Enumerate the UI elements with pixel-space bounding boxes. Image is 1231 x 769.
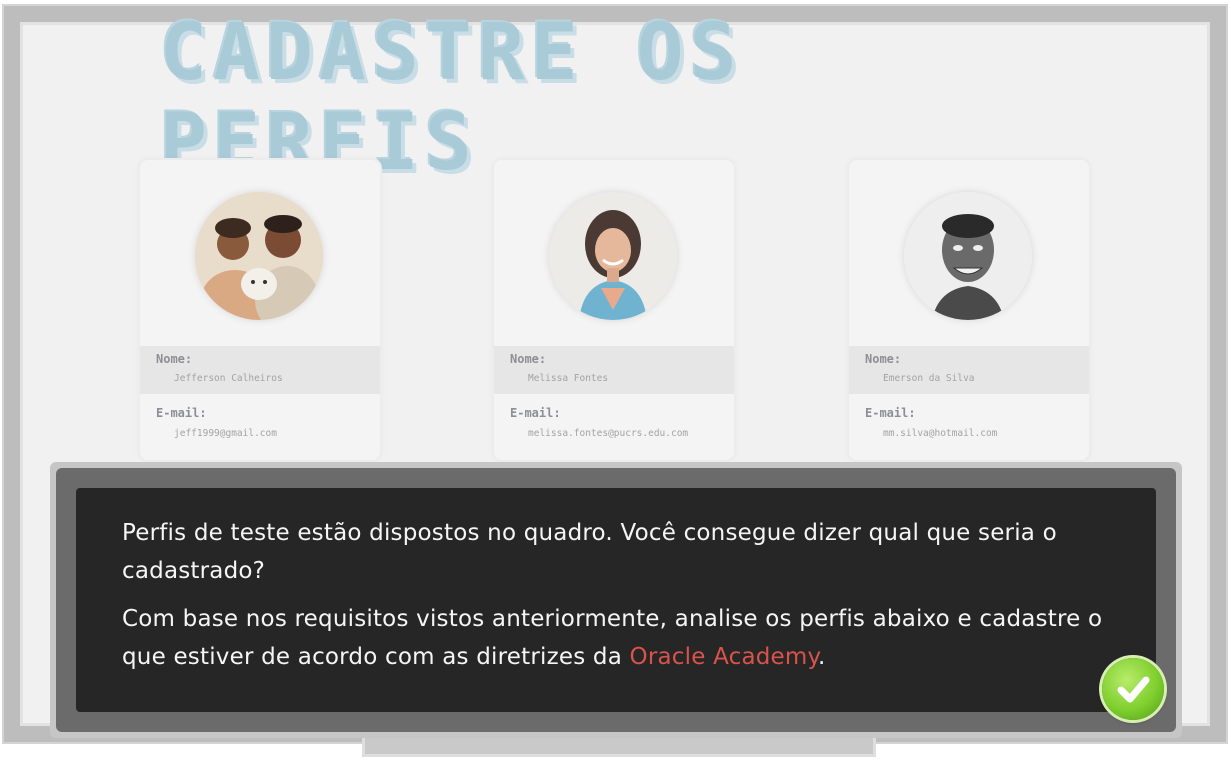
confirm-button[interactable] (1102, 658, 1164, 720)
dialog-text-1: Perfis de teste estão dispostos no quadr… (122, 520, 1057, 584)
dialog-box: Perfis de teste estão dispostos no quadr… (50, 462, 1182, 738)
email-value: melissa.fontes@pucrs.edu.com (528, 428, 689, 439)
email-label: E-mail: (865, 406, 916, 420)
couple-with-dog-photo-icon (195, 192, 323, 320)
whiteboard-tray (362, 738, 876, 757)
avatar (904, 192, 1032, 320)
profile-card-2[interactable]: Nome: Melissa Fontes E-mail: melissa.fon… (494, 160, 734, 460)
name-label: Nome: (510, 352, 547, 366)
dialog-border: Perfis de teste estão dispostos no quadr… (56, 468, 1176, 732)
oracle-academy-highlight: Oracle Academy (629, 644, 819, 670)
avatar (549, 192, 677, 320)
email-label: E-mail: (156, 406, 207, 420)
email-value: mm.silva@hotmail.com (883, 428, 998, 439)
man-portrait-drawing-icon (904, 192, 1032, 320)
name-label: Nome: (156, 352, 193, 366)
page-title: Cadastre os perfis (160, 8, 743, 188)
name-value: Melissa Fontes (528, 373, 609, 384)
dialog-panel: Perfis de teste estão dispostos no quadr… (76, 488, 1164, 720)
avatar (195, 192, 323, 320)
profile-card-3[interactable]: Nome: Emerson da Silva E-mail: mm.silva@… (849, 160, 1089, 460)
check-icon (1117, 676, 1150, 703)
name-value: Emerson da Silva (883, 373, 975, 384)
dialog-text-2-main: Com base nos requisitos vistos anteriorm… (122, 606, 1103, 670)
name-value: Jefferson Calheiros (174, 373, 283, 384)
dialog-text-2-end: . (818, 644, 826, 670)
email-value: jeff1999@gmail.com (174, 428, 277, 439)
profile-card-1[interactable]: Nome: Jefferson Calheiros E-mail: jeff19… (140, 160, 380, 460)
woman-portrait-photo-icon (549, 192, 677, 320)
dialog-text-2: Com base nos requisitos vistos anteriorm… (122, 600, 1132, 676)
email-label: E-mail: (510, 406, 561, 420)
name-label: Nome: (865, 352, 902, 366)
